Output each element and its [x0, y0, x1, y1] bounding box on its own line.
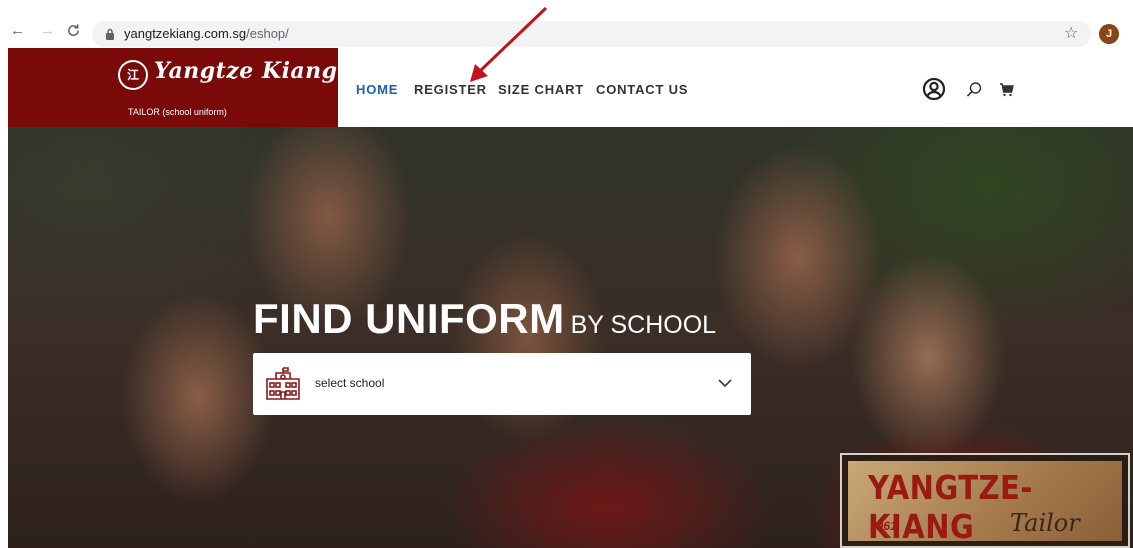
select-school-label: select school: [315, 376, 385, 390]
hero-title-main: FIND UNIFORM: [253, 295, 565, 342]
url-text[interactable]: yangtzekiang.com.sg/eshop/: [124, 26, 289, 41]
nav-contact-us[interactable]: CONTACT US: [596, 82, 688, 97]
reload-icon[interactable]: [66, 23, 81, 42]
back-icon[interactable]: ←: [10, 23, 25, 39]
school-building-icon: [265, 367, 301, 406]
nav-home[interactable]: HOME: [356, 82, 398, 97]
badge-subtitle: Tailor: [1010, 509, 1080, 537]
heritage-badge: YANGTZE-KIANG 1961 Tailor: [840, 453, 1130, 548]
logo-emblem-icon: 江: [118, 60, 148, 90]
logo-subtitle: TAILOR (school uniform): [128, 107, 227, 117]
hero-title-sub: BY SCHOOL: [570, 311, 717, 339]
badge-year: 1961: [870, 519, 897, 533]
chevron-down-icon[interactable]: [717, 375, 733, 396]
hero-banner: FIND UNIFORM BY SCHOOL select school YAN…: [8, 127, 1133, 548]
badge-sign: YANGTZE-KIANG 1961 Tailor: [848, 461, 1122, 546]
cart-icon[interactable]: [999, 83, 1014, 102]
search-icon[interactable]: [966, 81, 983, 103]
site-header: 江 Yangtze Kiang TAILOR (school uniform) …: [8, 48, 1133, 127]
school-select[interactable]: select school: [253, 353, 751, 415]
nav-register[interactable]: REGISTER: [414, 82, 487, 97]
hero-title: FIND UNIFORM BY SCHOOL: [253, 295, 716, 343]
lock-icon[interactable]: [105, 27, 115, 45]
profile-avatar[interactable]: J: [1099, 24, 1119, 44]
url-path: /eshop/: [246, 26, 289, 41]
forward-icon[interactable]: →: [40, 23, 55, 39]
account-icon[interactable]: [922, 77, 946, 106]
site-logo[interactable]: 江 Yangtze Kiang TAILOR (school uniform): [8, 48, 338, 127]
badge-title: YANGTZE-KIANG: [868, 467, 1033, 547]
logo-text: Yangtze Kiang: [154, 58, 338, 84]
star-icon[interactable]: ☆: [1064, 23, 1078, 43]
browser-toolbar: ← → yangtzekiang.com.sg/eshop/ ☆ J: [0, 0, 1133, 48]
nav-size-chart[interactable]: SIZE CHART: [498, 82, 584, 97]
url-host: yangtzekiang.com.sg: [124, 26, 247, 41]
